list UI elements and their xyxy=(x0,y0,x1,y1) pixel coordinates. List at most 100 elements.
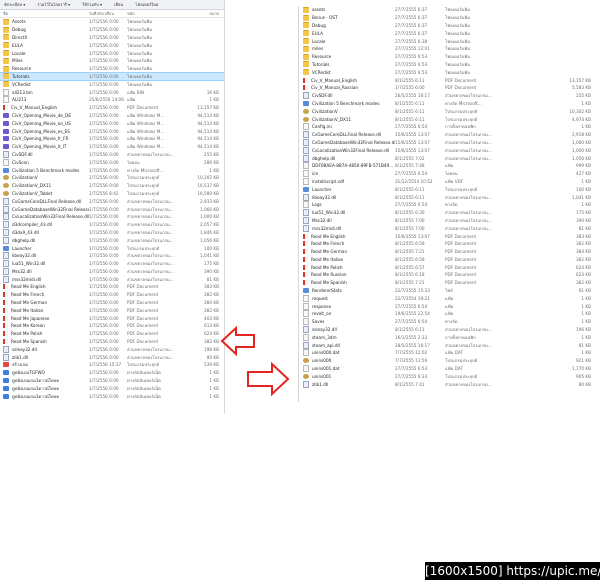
file-row[interactable]: Miles 1/7/2556 0:00 โฟลเดอร์แฟ้ม xyxy=(0,57,224,65)
file-row[interactable]: zlib1.dll 8/1/2555 7:41 ส่วนขยายของโปรแกรม… xyxy=(299,380,599,388)
file-row[interactable]: ดูหนังเกมเกม1ดาวน์โหลด 1/7/2556 0:00 ทางลั… xyxy=(0,384,224,392)
file-row[interactable]: CivScon 1/7/2556 0:00 ไอคอน 286 KB xyxy=(0,158,224,166)
file-row[interactable]: CivV_Opening_Movie_es_ES 1/7/2556 0:00 แฟ้… xyxy=(0,127,224,135)
file-row[interactable]: Read Me Japanese 1/7/2556 0:00 PDF Documen… xyxy=(0,314,224,322)
file-row[interactable]: Civ_V_Manual_English 1/7/2556 0:00 PDF Doc… xyxy=(0,104,224,112)
toolbar-organize[interactable]: จัดระเบียบ ▾ xyxy=(4,1,25,8)
file-row[interactable]: สร้างเกม 1/7/2556 15:37 โปรแกรมประยุกต์ 539… xyxy=(0,361,224,369)
file-row[interactable]: Read Me English 1/7/2556 0:00 PDF Document… xyxy=(0,283,224,291)
file-row[interactable]: DDF0BAEA-8B7A-4850-89FB-571B49... 8/1/255… xyxy=(299,162,599,170)
file-row[interactable]: d3dx9_43.dll 1/7/2556 0:00 ส่วนขยายของโปรแ… xyxy=(0,228,224,237)
file-row[interactable]: unins001.dat 27/7/2555 6:53 แฟ้ม DAT 1,170 … xyxy=(299,365,599,373)
file-row[interactable]: DirectX 1/7/2556 0:00 โฟลเดอร์แฟ้ม xyxy=(0,34,224,42)
file-row[interactable]: Saves 27/7/2555 6:54 ทางลัด 1 KB xyxy=(299,318,599,326)
file-row[interactable]: mss32midi.dll 8/1/2555 7:00 ส่วนขยายของโปร… xyxy=(299,224,599,232)
file-row[interactable]: Read Me French 8/1/2555 6:59 PDF Document 3… xyxy=(299,240,599,248)
file-row[interactable]: Locale 1/7/2556 0:00 โฟลเดอร์แฟ้ม xyxy=(0,49,224,57)
file-row[interactable]: Read Me Russian 8/1/2555 6:18 PDF Document… xyxy=(299,271,599,279)
file-row[interactable]: VCRedist 1/7/2556 0:00 โฟลเดอร์แฟ้ม xyxy=(0,80,224,88)
file-row[interactable]: CivV_Opening_Movie_it_IT 1/7/2556 0:00 แฟ้… xyxy=(0,143,224,151)
file-row[interactable]: ice 27/7/2555 6:54 ไอคอน 427 KB xyxy=(299,170,599,178)
file-row[interactable]: mss32midi.dll 1/7/2556 0:00 ส่วนขยายของโปร… xyxy=(0,275,224,283)
file-row[interactable]: Read Me Spanish 8/1/2555 7:21 PDF Document… xyxy=(299,279,599,287)
file-row[interactable]: Civilization 5 Benchmark modes 8/1/2555 6… xyxy=(299,100,599,108)
file-row[interactable]: CivSDF.dll 1/7/2556 0:00 ส่วนขยายของโปรแกร… xyxy=(0,150,224,159)
file-row[interactable]: lua51_Win32.dll 1/7/2556 0:00 ส่วนขยายของโ… xyxy=(0,260,224,268)
file-row[interactable]: Debug 1/7/2556 0:00 โฟลเดอร์แฟ้ม xyxy=(0,26,224,34)
file-row[interactable]: assets 27/7/2555 6:37 โฟลเดอร์แฟ้ม xyxy=(299,6,599,14)
file-row[interactable]: Read Me Italian 1/7/2556 0:00 PDF Document… xyxy=(0,306,224,314)
column-date[interactable]: วันที่ปรับเปลี่ยน xyxy=(89,11,127,17)
file-row[interactable]: CivilizationV_DX11 8/1/2555 6:11 โปรแกรมปร… xyxy=(299,115,599,123)
column-type[interactable]: ชนิด xyxy=(127,11,183,17)
file-row[interactable]: dbghelp.dll 8/1/2555 7:02 ส่วนขยายของโปรแก… xyxy=(299,154,599,162)
file-row[interactable]: installscript.vdf 31/12/2554 10:52 แฟ้ม VD… xyxy=(299,177,599,186)
file-row[interactable]: ssleay32.dll 1/7/2556 0:00 ส่วนขยายของโปรแ… xyxy=(0,345,224,353)
file-row[interactable]: Read Me Polish 8/1/2555 6:57 PDF Document 6… xyxy=(299,263,599,271)
column-size[interactable]: ขนาด xyxy=(183,11,222,17)
file-row[interactable]: Civ_V_Manual_English 8/1/2555 6:11 PDF Doc… xyxy=(299,76,599,84)
file-row[interactable]: unins000.dat 7/7/2555 12:02 แฟ้ม DAT 1 KB xyxy=(299,349,599,357)
file-row[interactable]: unins000 7/7/2555 11:59 โปรแกรมประยุกต์ 921… xyxy=(299,357,599,365)
file-row[interactable]: Civ_V_Manual_Russian 1/7/2555 6:00 PDF Doc… xyxy=(299,84,599,92)
file-row[interactable]: revolt_on 19/6/2555 22:54 แฟ้ม 1 KB xyxy=(299,310,599,318)
file-row[interactable]: Logs 27/7/2555 6:54 ทางลัด 1 KB xyxy=(299,201,599,209)
file-row[interactable]: Civilization 5 Benchmark modes 1/7/2556 0… xyxy=(0,166,224,174)
file-row[interactable]: Read Me German 8/1/2555 7:21 PDF Document 3… xyxy=(299,248,599,256)
file-row[interactable]: VCRedist 27/7/2555 6:53 โฟลเดอร์แฟ้ม xyxy=(299,68,599,76)
file-row[interactable]: Launcher 1/7/2556 0:00 โปรแกรมประยุกต์ 100 … xyxy=(0,244,224,252)
file-row[interactable]: CivilizationV 1/7/2556 0:00 โปรแกรมประยุกต… xyxy=(0,174,224,182)
column-name[interactable]: ชื่อ xyxy=(0,11,89,17)
toolbar-include-library[interactable]: รวมไว้ในไลบรารี ▾ xyxy=(37,1,70,8)
file-row[interactable]: CivV_Opening_Movie_en_US 1/7/2556 0:00 แฟ้… xyxy=(0,119,224,127)
file-row[interactable]: Assets 1/7/2556 0:00 โฟลเดอร์แฟ้ม xyxy=(0,18,224,26)
file-row[interactable]: Read Me French 1/7/2556 0:00 PDF Document 3… xyxy=(0,291,224,299)
file-row[interactable]: miles 27/7/2555 12:01 โฟลเดอร์แฟ้ม xyxy=(299,45,599,53)
file-row[interactable]: Locale 27/7/2555 6:38 โฟลเดอร์แฟ้ม xyxy=(299,37,599,45)
file-row[interactable]: unins001 27/7/2555 6:33 โปรแกรมประยุกต์ 905… xyxy=(299,372,599,380)
toolbar-new-folder[interactable]: โฟลเดอร์ใหม่ xyxy=(135,1,158,8)
file-row[interactable]: Read Me Italian 8/1/2555 6:59 PDF Document… xyxy=(299,256,599,264)
file-row[interactable]: Resource 27/7/2555 6:53 โฟลเดอร์แฟ้ม xyxy=(299,53,599,61)
file-row[interactable]: EULA 1/7/2556 0:00 โฟลเดอร์แฟ้ม xyxy=(0,41,224,49)
file-row[interactable]: libeay32.dll 1/7/2556 0:00 ส่วนขยายของโปรแ… xyxy=(0,252,224,260)
file-row[interactable]: ssleay32.dll 8/1/2555 6:11 ส่วนขยายของโปรแ… xyxy=(299,326,599,334)
file-row[interactable]: Mss32.dll 1/7/2556 0:00 ส่วนขยายของโปรแกรม… xyxy=(0,267,224,276)
file-row[interactable]: Read Me Spanish 1/7/2556 0:00 PDF Document… xyxy=(0,338,224,346)
file-row[interactable]: Debug 27/7/2555 6:37 โฟลเดอร์แฟ้ม xyxy=(299,22,599,30)
file-row[interactable]: CvLocalizationWin32Final Release.dll 15/6… xyxy=(299,146,599,154)
file-row[interactable]: CivV_Opening_Movie_de_DE 1/7/2556 0:00 แฟ้… xyxy=(0,112,224,120)
file-row[interactable]: request 22/7/2554 19:21 แฟ้ม 1 KB xyxy=(299,294,599,302)
file-row[interactable]: steam_3dm 16/1/2555 2:33 การตั้งค่าคอนฟิก 1… xyxy=(299,333,599,341)
file-row[interactable]: Config.ini 27/7/2555 6:54 การตั้งค่าคอนฟิก… xyxy=(299,123,599,131)
file-row[interactable]: RendererStats 22/7/2555 15:33 ไฟล์ 61 KB xyxy=(299,287,599,295)
file-row[interactable]: Mss32.dll 8/1/2555 7:00 ส่วนขยายของโปรแกรม… xyxy=(299,216,599,225)
file-row[interactable]: ดูหนังเกมเกม1ดาวน์โหลด 1/7/2556 0:00 ทางลั… xyxy=(0,392,224,400)
file-row[interactable]: Tutorials 27/7/2555 6:53 โฟลเดอร์แฟ้ม xyxy=(299,61,599,69)
file-row[interactable]: ดูหนังเกมเกม1ดาวน์โหลด 1/7/2556 0:00 ทางลั… xyxy=(0,377,224,385)
file-row[interactable]: CvLocalizationWin32Final Release.dll 1/7/… xyxy=(0,213,224,221)
file-row[interactable]: EULA 27/7/2555 6:37 โฟลเดอร์แฟ้ม xyxy=(299,29,599,37)
file-row[interactable]: Resource 1/7/2556 0:00 โฟลเดอร์แฟ้ม xyxy=(0,65,224,73)
file-row[interactable]: lua51_Win32.dll 8/1/2555 6:30 ส่วนขยายของโ… xyxy=(299,209,599,217)
file-row[interactable]: all213.bin 1/7/2556 0:00 แฟ้ม BIN 16 KB xyxy=(0,88,224,96)
file-row[interactable]: Launcher 8/1/2555 6:11 โปรแกรมประยุกต์ 100 … xyxy=(299,185,599,193)
file-row[interactable]: CivV_Opening_Movie_fr_FR 1/7/2556 0:00 แฟ้… xyxy=(0,135,224,143)
file-row[interactable]: libeay32.dll 8/1/2555 6:11 ส่วนขยายของโปรแ… xyxy=(299,193,599,201)
file-row[interactable]: response 27/7/2555 6:54 แฟ้ม 1 KB xyxy=(299,302,599,310)
file-row[interactable]: Bonus - OST 27/7/2555 6:37 โฟลเดอร์แฟ้ม xyxy=(299,14,599,22)
file-row[interactable]: CvGameDatabaseWin32Final Release.dll 1/7/… xyxy=(0,205,224,213)
file-row[interactable]: Read Me German 1/7/2556 0:00 PDF Document 3… xyxy=(0,299,224,307)
file-row[interactable]: ดูหนังเกมTGFWO 1/7/2556 0:00 ทางลัดอินเทอร… xyxy=(0,369,224,377)
file-row[interactable]: CvGameCoreDLLFinal Release.dll 15/6/2555 … xyxy=(299,131,599,139)
file-row[interactable]: CivilizationV_DX11 1/7/2556 0:00 โปรแกรมปร… xyxy=(0,182,224,190)
toolbar-burn[interactable]: เขียน xyxy=(114,1,123,8)
file-row[interactable]: CvGameCoreDLLFinal Release.dll 1/7/2556 0… xyxy=(0,197,224,205)
file-row[interactable]: CivSDF.dll 26/5/2555 16:17 ส่วนขยายของโปรแ… xyxy=(299,92,599,100)
file-row[interactable]: ALI213 25/6/2556 14:06 แฟ้ม 1 KB xyxy=(0,96,224,104)
file-row[interactable]: Read Me Korean 1/7/2556 0:00 PDF Document 6… xyxy=(0,322,224,330)
file-row[interactable]: dbghelp.dll 1/7/2556 0:00 ส่วนขยายของโปรแก… xyxy=(0,236,224,244)
file-row[interactable]: Read Me English 15/6/2555 13:07 PDF Docume… xyxy=(299,232,599,240)
file-row[interactable]: Read Me Polish 1/7/2556 0:00 PDF Document 6… xyxy=(0,330,224,338)
file-row[interactable]: steam_api.dll 28/5/2555 16:17 ส่วนขยายของโ… xyxy=(299,341,599,349)
